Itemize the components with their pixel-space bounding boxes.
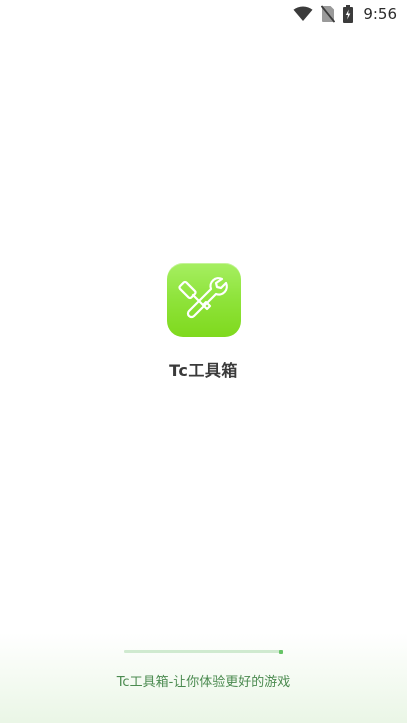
no-sim-icon (321, 5, 336, 23)
loading-progress-head (279, 649, 283, 654)
app-name: Tc工具箱 (169, 361, 238, 380)
status-time: 9:56 (363, 5, 397, 23)
status-bar: 9:56 (0, 0, 407, 28)
splash-content: Tc工具箱 (0, 263, 407, 381)
battery-charging-icon (343, 5, 354, 23)
loading-progress-fill (124, 650, 283, 653)
wrench-screwdriver-icon (177, 271, 231, 329)
loading-progress-bar (124, 649, 283, 654)
app-slogan: Tc工具箱-让你体验更好的游戏 (116, 675, 291, 690)
app-icon (166, 263, 241, 337)
wifi-icon (293, 6, 313, 22)
status-icons: 9:56 (293, 4, 397, 24)
